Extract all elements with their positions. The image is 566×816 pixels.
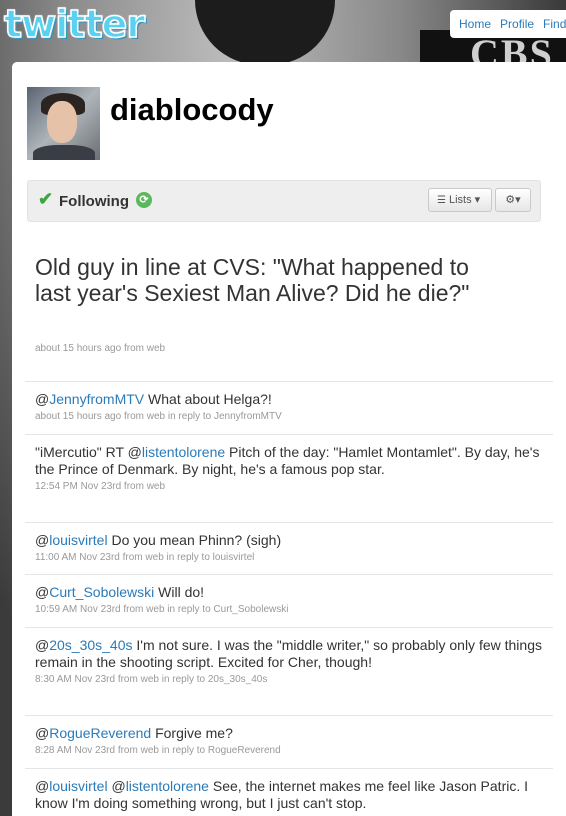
- tweet-text-segment: "iMercutio" RT @: [35, 444, 142, 460]
- tweet-item: @JennyfromMTV What about Helga?! about 15…: [25, 381, 553, 434]
- lists-button[interactable]: ☰ Lists ▾: [428, 188, 492, 212]
- user-mention-link[interactable]: listentolorene: [142, 444, 225, 460]
- tweet-meta[interactable]: 10:59 AM Nov 23rd from web in reply to C…: [35, 602, 543, 618]
- tweet-item: @Curt_Sobolewski Will do! 10:59 AM Nov 23…: [25, 574, 553, 627]
- tweet-meta[interactable]: 8:30 AM Nov 23rd from web in reply to 20…: [35, 672, 543, 688]
- top-nav: Home Profile Find: [450, 10, 566, 38]
- tweet-text-segment: @: [35, 725, 50, 741]
- tweet-timeline: @JennyfromMTV What about Helga?! about 15…: [25, 381, 553, 816]
- tweet-text-segment: Do you mean Phinn? (sigh): [107, 532, 282, 548]
- user-mention-link[interactable]: Curt_Sobolewski: [49, 584, 154, 600]
- tweet-text: @RogueReverend Forgive me?: [35, 725, 543, 742]
- nav-profile[interactable]: Profile: [500, 17, 534, 31]
- user-mention-link[interactable]: 20s_30s_40s: [49, 637, 132, 653]
- tweet-item: @RogueReverend Forgive me? 8:28 AM Nov 23…: [25, 715, 553, 768]
- user-mention-link[interactable]: louisvirtel: [49, 532, 107, 548]
- tweet-item: @20s_30s_40s I'm not sure. I was the "mi…: [25, 627, 553, 715]
- tweet-text: @JennyfromMTV What about Helga?!: [35, 391, 543, 408]
- chevron-down-icon: ▾: [515, 194, 521, 206]
- twitter-logo[interactable]: twitter: [3, 1, 146, 47]
- avatar[interactable]: [27, 87, 100, 160]
- user-mention-link[interactable]: JennyfromMTV: [49, 391, 144, 407]
- tweet-item: "iMercutio" RT @listentolorene Pitch of …: [25, 434, 553, 522]
- latest-tweet-text: Old guy in line at CVS: "What happened t…: [35, 254, 470, 306]
- gear-menu-button[interactable]: ⚙▾: [495, 188, 531, 212]
- tweet-meta[interactable]: 8:28 AM Nov 23rd from web in reply to Ro…: [35, 743, 543, 759]
- tweet-text: @Curt_Sobolewski Will do!: [35, 584, 543, 601]
- nav-home[interactable]: Home: [459, 17, 491, 31]
- tweet-meta[interactable]: 11:00 AM Nov 23rd from web in reply to l…: [35, 550, 543, 566]
- chevron-down-icon: ▾: [471, 194, 481, 206]
- tweet-text-segment: @: [35, 391, 50, 407]
- screen-name: diablocody: [110, 92, 274, 127]
- tweet-text-segment: @: [35, 532, 50, 548]
- follow-actions-bar: ✔ Following ⟳ ☰ Lists ▾ ⚙▾: [27, 180, 541, 222]
- tweet-meta[interactable]: about 15 hours ago from web in reply to …: [35, 409, 543, 425]
- tweet-meta[interactable]: 12:54 PM Nov 23rd from web: [35, 479, 543, 495]
- tweet-text: "iMercutio" RT @listentolorene Pitch of …: [35, 444, 543, 478]
- user-mention-link[interactable]: louisvirtel: [49, 778, 107, 794]
- latest-tweet-meta[interactable]: about 15 hours ago from web: [35, 343, 165, 354]
- lists-label: Lists: [448, 194, 472, 206]
- gear-icon: ⚙: [505, 194, 516, 206]
- tweet-text-segment: Will do!: [154, 584, 205, 600]
- profile-card: diablocody ✔ Following ⟳ ☰ Lists ▾ ⚙▾ Old…: [12, 62, 566, 816]
- tweet-text-segment: @: [35, 778, 50, 794]
- tweet-item: @louisvirtel Do you mean Phinn? (sigh) 11…: [25, 522, 553, 574]
- tweet-text-segment: @: [35, 637, 50, 653]
- tweet-text: @20s_30s_40s I'm not sure. I was the "mi…: [35, 637, 543, 671]
- following-status[interactable]: Following: [59, 193, 129, 210]
- tweet-item: @louisvirtel @listentolorene See, the in…: [25, 768, 553, 816]
- user-mention-link[interactable]: listentolorene: [126, 778, 209, 794]
- tweet-text: @louisvirtel @listentolorene See, the in…: [35, 778, 543, 812]
- tweet-text-segment: What about Helga?!: [144, 391, 272, 407]
- tweet-text: @louisvirtel Do you mean Phinn? (sigh): [35, 532, 543, 549]
- user-mention-link[interactable]: RogueReverend: [49, 725, 151, 741]
- tweet-text-segment: Forgive me?: [151, 725, 233, 741]
- refresh-icon[interactable]: ⟳: [136, 192, 152, 208]
- list-icon: ☰: [437, 195, 446, 206]
- tweet-text-segment: @: [35, 584, 50, 600]
- check-icon: ✔: [38, 189, 54, 209]
- tweet-text-segment: @: [107, 778, 126, 794]
- nav-find[interactable]: Find: [543, 17, 566, 31]
